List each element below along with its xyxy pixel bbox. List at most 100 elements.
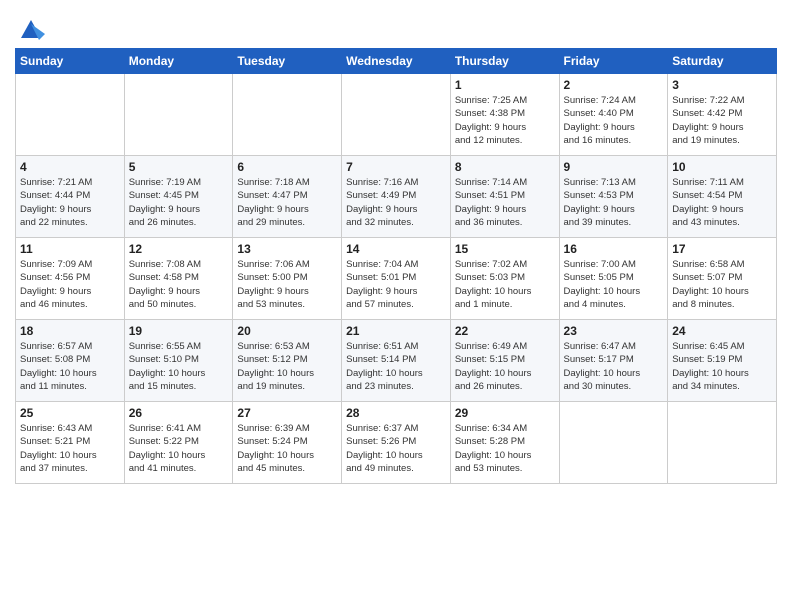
day-number: 25 (20, 406, 120, 420)
weekday-header-saturday: Saturday (668, 49, 777, 74)
calendar-cell: 12 Sunrise: 7:08 AM Sunset: 4:58 PM Dayli… (124, 238, 233, 320)
day-number: 5 (129, 160, 229, 174)
logo (15, 14, 45, 42)
day-info: Sunrise: 7:14 AM Sunset: 4:51 PM Dayligh… (455, 176, 555, 229)
calendar-cell (16, 74, 125, 156)
calendar-cell: 6 Sunrise: 7:18 AM Sunset: 4:47 PM Daylig… (233, 156, 342, 238)
calendar-cell: 2 Sunrise: 7:24 AM Sunset: 4:40 PM Daylig… (559, 74, 668, 156)
day-info: Sunrise: 7:09 AM Sunset: 4:56 PM Dayligh… (20, 258, 120, 311)
day-info: Sunrise: 6:34 AM Sunset: 5:28 PM Dayligh… (455, 422, 555, 475)
calendar-cell: 28 Sunrise: 6:37 AM Sunset: 5:26 PM Dayli… (342, 402, 451, 484)
day-number: 4 (20, 160, 120, 174)
day-number: 6 (237, 160, 337, 174)
day-number: 20 (237, 324, 337, 338)
calendar-cell: 16 Sunrise: 7:00 AM Sunset: 5:05 PM Dayli… (559, 238, 668, 320)
day-info: Sunrise: 6:37 AM Sunset: 5:26 PM Dayligh… (346, 422, 446, 475)
day-number: 8 (455, 160, 555, 174)
day-info: Sunrise: 6:43 AM Sunset: 5:21 PM Dayligh… (20, 422, 120, 475)
day-info: Sunrise: 7:04 AM Sunset: 5:01 PM Dayligh… (346, 258, 446, 311)
calendar-cell (233, 74, 342, 156)
calendar-cell: 3 Sunrise: 7:22 AM Sunset: 4:42 PM Daylig… (668, 74, 777, 156)
calendar-cell (124, 74, 233, 156)
calendar-week-row: 1 Sunrise: 7:25 AM Sunset: 4:38 PM Daylig… (16, 74, 777, 156)
day-number: 13 (237, 242, 337, 256)
day-info: Sunrise: 6:53 AM Sunset: 5:12 PM Dayligh… (237, 340, 337, 393)
day-info: Sunrise: 6:57 AM Sunset: 5:08 PM Dayligh… (20, 340, 120, 393)
day-number: 27 (237, 406, 337, 420)
calendar-cell (668, 402, 777, 484)
day-info: Sunrise: 6:55 AM Sunset: 5:10 PM Dayligh… (129, 340, 229, 393)
calendar-cell: 22 Sunrise: 6:49 AM Sunset: 5:15 PM Dayli… (450, 320, 559, 402)
day-info: Sunrise: 7:18 AM Sunset: 4:47 PM Dayligh… (237, 176, 337, 229)
calendar-week-row: 4 Sunrise: 7:21 AM Sunset: 4:44 PM Daylig… (16, 156, 777, 238)
day-number: 23 (564, 324, 664, 338)
day-info: Sunrise: 7:02 AM Sunset: 5:03 PM Dayligh… (455, 258, 555, 311)
calendar-cell (342, 74, 451, 156)
calendar-cell: 23 Sunrise: 6:47 AM Sunset: 5:17 PM Dayli… (559, 320, 668, 402)
calendar-week-row: 25 Sunrise: 6:43 AM Sunset: 5:21 PM Dayli… (16, 402, 777, 484)
weekday-header-sunday: Sunday (16, 49, 125, 74)
weekday-header-wednesday: Wednesday (342, 49, 451, 74)
day-info: Sunrise: 6:49 AM Sunset: 5:15 PM Dayligh… (455, 340, 555, 393)
day-number: 22 (455, 324, 555, 338)
calendar-cell: 1 Sunrise: 7:25 AM Sunset: 4:38 PM Daylig… (450, 74, 559, 156)
weekday-header-row: SundayMondayTuesdayWednesdayThursdayFrid… (16, 49, 777, 74)
day-info: Sunrise: 6:51 AM Sunset: 5:14 PM Dayligh… (346, 340, 446, 393)
calendar-week-row: 18 Sunrise: 6:57 AM Sunset: 5:08 PM Dayli… (16, 320, 777, 402)
calendar-cell: 4 Sunrise: 7:21 AM Sunset: 4:44 PM Daylig… (16, 156, 125, 238)
calendar-table: SundayMondayTuesdayWednesdayThursdayFrid… (15, 48, 777, 484)
calendar-cell: 27 Sunrise: 6:39 AM Sunset: 5:24 PM Dayli… (233, 402, 342, 484)
day-number: 26 (129, 406, 229, 420)
weekday-header-friday: Friday (559, 49, 668, 74)
calendar-cell: 26 Sunrise: 6:41 AM Sunset: 5:22 PM Dayli… (124, 402, 233, 484)
day-info: Sunrise: 7:24 AM Sunset: 4:40 PM Dayligh… (564, 94, 664, 147)
day-number: 19 (129, 324, 229, 338)
day-info: Sunrise: 6:45 AM Sunset: 5:19 PM Dayligh… (672, 340, 772, 393)
weekday-header-thursday: Thursday (450, 49, 559, 74)
weekday-header-tuesday: Tuesday (233, 49, 342, 74)
day-number: 14 (346, 242, 446, 256)
day-number: 12 (129, 242, 229, 256)
day-number: 16 (564, 242, 664, 256)
page-header (15, 10, 777, 42)
logo-icon (17, 14, 45, 42)
day-number: 28 (346, 406, 446, 420)
day-info: Sunrise: 7:22 AM Sunset: 4:42 PM Dayligh… (672, 94, 772, 147)
calendar-cell: 18 Sunrise: 6:57 AM Sunset: 5:08 PM Dayli… (16, 320, 125, 402)
day-number: 24 (672, 324, 772, 338)
day-number: 21 (346, 324, 446, 338)
day-info: Sunrise: 7:00 AM Sunset: 5:05 PM Dayligh… (564, 258, 664, 311)
calendar-cell: 24 Sunrise: 6:45 AM Sunset: 5:19 PM Dayli… (668, 320, 777, 402)
weekday-header-monday: Monday (124, 49, 233, 74)
day-number: 18 (20, 324, 120, 338)
day-info: Sunrise: 7:11 AM Sunset: 4:54 PM Dayligh… (672, 176, 772, 229)
day-info: Sunrise: 7:16 AM Sunset: 4:49 PM Dayligh… (346, 176, 446, 229)
calendar-cell: 8 Sunrise: 7:14 AM Sunset: 4:51 PM Daylig… (450, 156, 559, 238)
day-info: Sunrise: 7:08 AM Sunset: 4:58 PM Dayligh… (129, 258, 229, 311)
day-number: 15 (455, 242, 555, 256)
day-number: 2 (564, 78, 664, 92)
calendar-cell: 13 Sunrise: 7:06 AM Sunset: 5:00 PM Dayli… (233, 238, 342, 320)
calendar-cell: 5Sunrise: 7:19 AM Sunset: 4:45 PM Daylig… (124, 156, 233, 238)
day-number: 10 (672, 160, 772, 174)
day-info: Sunrise: 7:25 AM Sunset: 4:38 PM Dayligh… (455, 94, 555, 147)
calendar-cell: 7Sunrise: 7:16 AM Sunset: 4:49 PM Daylig… (342, 156, 451, 238)
calendar-cell: 15 Sunrise: 7:02 AM Sunset: 5:03 PM Dayli… (450, 238, 559, 320)
day-number: 3 (672, 78, 772, 92)
calendar-cell: 25 Sunrise: 6:43 AM Sunset: 5:21 PM Dayli… (16, 402, 125, 484)
day-info: Sunrise: 6:39 AM Sunset: 5:24 PM Dayligh… (237, 422, 337, 475)
day-info: Sunrise: 6:58 AM Sunset: 5:07 PM Dayligh… (672, 258, 772, 311)
calendar-cell: 10 Sunrise: 7:11 AM Sunset: 4:54 PM Dayli… (668, 156, 777, 238)
calendar-cell: 14 Sunrise: 7:04 AM Sunset: 5:01 PM Dayli… (342, 238, 451, 320)
day-info: Sunrise: 7:21 AM Sunset: 4:44 PM Dayligh… (20, 176, 120, 229)
day-info: Sunrise: 7:06 AM Sunset: 5:00 PM Dayligh… (237, 258, 337, 311)
calendar-cell (559, 402, 668, 484)
day-info: Sunrise: 6:47 AM Sunset: 5:17 PM Dayligh… (564, 340, 664, 393)
day-info: Sunrise: 7:13 AM Sunset: 4:53 PM Dayligh… (564, 176, 664, 229)
calendar-cell: 9Sunrise: 7:13 AM Sunset: 4:53 PM Daylig… (559, 156, 668, 238)
day-info: Sunrise: 6:41 AM Sunset: 5:22 PM Dayligh… (129, 422, 229, 475)
calendar-cell: 11 Sunrise: 7:09 AM Sunset: 4:56 PM Dayli… (16, 238, 125, 320)
day-number: 11 (20, 242, 120, 256)
day-number: 29 (455, 406, 555, 420)
day-number: 1 (455, 78, 555, 92)
